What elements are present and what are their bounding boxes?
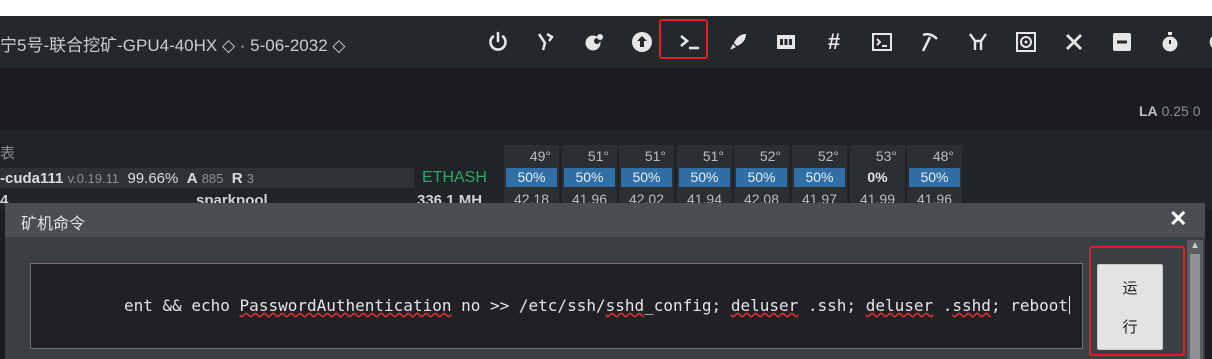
- gpu-card: 48° 50% 41.96: [907, 145, 962, 207]
- gpu-card: 49° 50% 42.18: [504, 145, 559, 207]
- gpu-temp: 51°: [702, 148, 724, 164]
- top-strip: [0, 0, 1212, 16]
- miner-info: -cuda111 v.0.19.11 99.66% A 885 R 3: [0, 170, 254, 187]
- network-icon[interactable]: [768, 24, 804, 60]
- timer-icon[interactable]: [1152, 24, 1188, 60]
- scroll-up-icon[interactable]: ▲: [1189, 240, 1201, 251]
- section-label: 表: [0, 145, 16, 162]
- power-icon[interactable]: [480, 24, 516, 60]
- close-icon[interactable]: ✕: [1169, 206, 1187, 232]
- gpu-card: 51° 50% 41.96: [562, 145, 617, 207]
- tools-icon[interactable]: [1056, 24, 1092, 60]
- gpu-temp: 52°: [817, 148, 839, 164]
- command-text: ent && echo PasswordAuthentication no >>…: [123, 296, 1070, 315]
- run-highlight-box: [1089, 246, 1185, 356]
- gpu-fan: 50%: [679, 168, 730, 187]
- sync-icon[interactable]: [1200, 24, 1212, 60]
- gpu-fan: 50%: [736, 168, 787, 187]
- rig-title[interactable]: 宁5号-联合挖矿-GPU4-40HX ◇ · 5-06-2032 ◇: [0, 31, 345, 56]
- terminal-highlight-box: [659, 19, 708, 59]
- gpu-card: 52° 50% 42.08: [734, 145, 789, 207]
- gpu-temp: 49°: [529, 148, 551, 164]
- miner-version: v.0.19.11: [67, 171, 120, 186]
- console-icon[interactable]: [864, 24, 900, 60]
- rocket-icon[interactable]: [720, 24, 756, 60]
- minus-icon[interactable]: [1104, 24, 1140, 60]
- gpu-fan: 50%: [621, 168, 672, 187]
- gpu-card: 51° 50% 42.02: [619, 145, 674, 207]
- gpu-fan: 50%: [909, 168, 960, 187]
- cloud-icon[interactable]: [576, 24, 612, 60]
- hash-icon[interactable]: #: [816, 24, 852, 60]
- accepted-label: A: [186, 170, 198, 187]
- gpu-fan: 50%: [506, 168, 557, 187]
- gpu-fan: 0%: [867, 169, 888, 185]
- fork-icon[interactable]: [960, 24, 996, 60]
- upgrade-icon[interactable]: [624, 24, 660, 60]
- gpu-card: 52° 50% 41.97: [792, 145, 847, 207]
- miner-percent: 99.66%: [127, 170, 179, 187]
- wrench-icon[interactable]: [528, 24, 564, 60]
- gpu-temp: 48°: [932, 148, 954, 164]
- modal-header: 矿机命令 ✕: [5, 203, 1205, 237]
- gpu-temp: 51°: [644, 148, 666, 164]
- accepted-value: 885: [201, 171, 224, 186]
- algo-label: ETHASH: [422, 169, 487, 186]
- info-row: [0, 68, 1212, 130]
- gpu-temp: 53°: [875, 148, 897, 164]
- modal-title: 矿机命令: [21, 216, 86, 233]
- gpu-card: 53° 0% 41.99: [850, 145, 905, 207]
- miner-name: -cuda111: [0, 170, 64, 187]
- pickaxe-icon[interactable]: [912, 24, 948, 60]
- gpu-card: 51° 50% 41.94: [677, 145, 732, 207]
- rejected-label: R: [231, 170, 243, 187]
- gpu-temp: 51°: [587, 148, 609, 164]
- scrollbar-thumb[interactable]: [1190, 254, 1200, 359]
- rejected-value: 3: [246, 171, 254, 186]
- command-input[interactable]: ent && echo PasswordAuthentication no >>…: [30, 263, 1083, 349]
- fan-icon[interactable]: [1008, 24, 1044, 60]
- load-average: LA 0.25 0: [1139, 103, 1201, 119]
- gpu-temp: 52°: [759, 148, 781, 164]
- gpu-fan: 50%: [564, 168, 615, 187]
- miner-command-modal: 矿机命令 ✕ ent && echo PasswordAuthenticatio…: [5, 203, 1205, 359]
- gpu-fan: 50%: [794, 168, 845, 187]
- text-caret: [1069, 296, 1070, 314]
